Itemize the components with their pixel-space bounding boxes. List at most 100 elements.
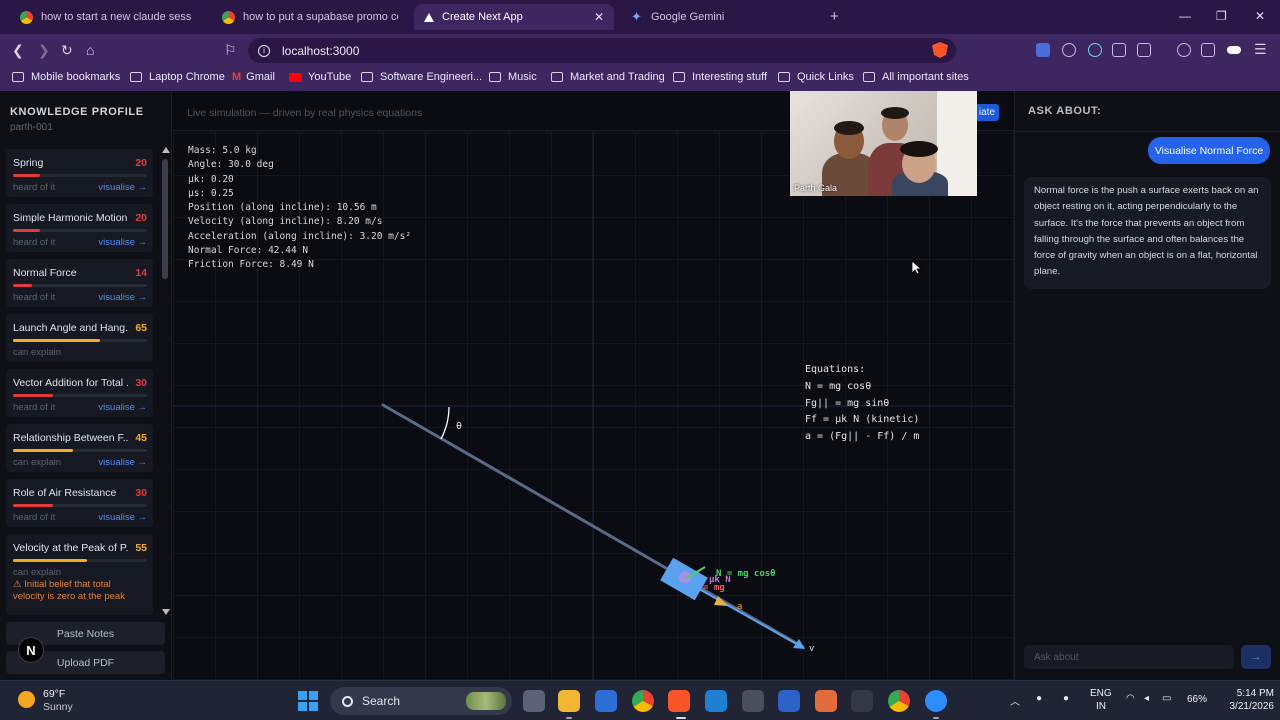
bookmark-icon[interactable]: ⚐: [224, 42, 237, 59]
concept-card-spring[interactable]: Spring 20 heard of it visualise →: [6, 149, 153, 197]
mastery-bar-fill: [13, 284, 32, 287]
sun-weather-icon[interactable]: [18, 691, 35, 708]
tab-claude-session[interactable]: how to start a new claude session an: [10, 4, 202, 30]
tab-create-next-app[interactable]: Create Next App ✕: [414, 4, 614, 30]
ask-about-input[interactable]: [1024, 645, 1234, 669]
concept-card-air-resistance[interactable]: Role of Air Resistance 30 heard of it vi…: [6, 479, 153, 527]
tab-title: Google Gemini: [651, 11, 725, 23]
wifi-icon[interactable]: ◠: [1126, 693, 1135, 704]
zoom-icon[interactable]: [925, 690, 947, 712]
concept-card-shm[interactable]: Simple Harmonic Motion 20 heard of it vi…: [6, 204, 153, 252]
concept-name: Vector Addition for Total ...: [13, 377, 129, 389]
bookmark-software-engineering[interactable]: Software Engineeri...: [361, 71, 482, 83]
visualise-link[interactable]: visualise →: [98, 292, 147, 303]
visualise-link[interactable]: visualise →: [98, 457, 147, 468]
terminal-icon[interactable]: [851, 690, 873, 712]
battery-percent: 66%: [1187, 694, 1208, 705]
region-indicator[interactable]: IN: [1096, 701, 1106, 712]
vscode-icon[interactable]: [705, 690, 727, 712]
visualise-link[interactable]: visualise →: [98, 237, 147, 248]
leo-ai-icon[interactable]: [1177, 43, 1191, 57]
bookmark-label: All important sites: [882, 71, 969, 83]
battery-icon[interactable]: ▭: [1162, 693, 1171, 704]
react-devtools-icon[interactable]: [1088, 43, 1102, 57]
send-button[interactable]: →: [1241, 645, 1271, 669]
microsoft-store-icon[interactable]: [595, 690, 617, 712]
scroll-up-icon[interactable]: [162, 147, 170, 153]
windows-start-icon[interactable]: [298, 691, 318, 711]
tab-supabase-promo[interactable]: how to put a supabase promo code t: [212, 4, 408, 30]
translate-extension-icon[interactable]: [1036, 43, 1050, 57]
tab-google-gemini[interactable]: ✦ Google Gemini: [620, 4, 820, 30]
concept-name: Launch Angle and Hang...: [13, 322, 129, 334]
scroll-down-icon[interactable]: [162, 609, 170, 615]
sidebar-scrollbar[interactable]: [160, 147, 170, 615]
webcam-overlay[interactable]: Parth Gala: [790, 91, 977, 196]
tray-chevron-icon[interactable]: ︿: [1010, 693, 1020, 708]
visualise-link[interactable]: visualise →: [98, 512, 147, 523]
scroll-thumb[interactable]: [162, 159, 168, 279]
file-explorer-icon[interactable]: [558, 690, 580, 712]
extensions-icon[interactable]: [1112, 43, 1126, 57]
user-message-bubble: Visualise Normal Force: [1148, 137, 1270, 164]
back-icon[interactable]: ❮: [12, 42, 24, 59]
bookmark-market-trading[interactable]: Market and Trading: [551, 71, 665, 83]
close-tab-icon[interactable]: ✕: [594, 10, 604, 24]
tab-title: Create Next App: [442, 11, 523, 23]
restore-icon[interactable]: ❐: [1216, 9, 1227, 23]
bookmark-label: Music: [508, 71, 537, 83]
screenshot-icon[interactable]: [1137, 43, 1151, 57]
sidebar-toggle-icon[interactable]: [1201, 43, 1215, 57]
bookmark-laptop-chrome[interactable]: Laptop Chrome: [130, 71, 225, 83]
reload-icon[interactable]: ↻: [61, 42, 73, 59]
volume-icon[interactable]: ◂: [1144, 693, 1149, 704]
bookmarks-bar: Mobile bookmarks Laptop Chrome M Gmail Yo…: [0, 67, 1280, 91]
bookmark-all-important[interactable]: All important sites: [863, 71, 969, 83]
person-middle-hair: [881, 107, 909, 119]
nextjs-logo-icon[interactable]: N: [18, 637, 44, 663]
bookmark-interesting-stuff[interactable]: Interesting stuff: [673, 71, 767, 83]
brave-shield-icon[interactable]: [932, 42, 948, 58]
mastery-bar: [13, 174, 147, 177]
concept-card-normal-force[interactable]: Normal Force 14 heard of it visualise →: [6, 259, 153, 307]
azure-icon[interactable]: [778, 690, 800, 712]
package-icon[interactable]: [742, 690, 764, 712]
bookmark-youtube[interactable]: YouTube: [289, 71, 351, 83]
task-view-icon[interactable]: [523, 690, 545, 712]
mastery-bar: [13, 394, 147, 397]
close-window-icon[interactable]: ✕: [1255, 9, 1265, 23]
bookmark-quick-links[interactable]: Quick Links: [778, 71, 854, 83]
new-tab-icon[interactable]: +: [830, 8, 839, 25]
concept-card-vector-addition[interactable]: Vector Addition for Total ... 30 heard o…: [6, 369, 153, 417]
address-bar[interactable]: i localhost:3000: [248, 38, 956, 63]
concept-card-launch-angle[interactable]: Launch Angle and Hang... 65 can explain: [6, 314, 153, 362]
minimize-icon[interactable]: —: [1179, 9, 1191, 23]
network-status-icon[interactable]: ●: [1036, 693, 1042, 704]
brave-taskbar-icon[interactable]: [668, 690, 690, 712]
menu-icon[interactable]: ☰: [1254, 41, 1267, 58]
concept-card-velocity-peak[interactable]: Velocity at the Peak of P... 55 can expl…: [6, 534, 153, 615]
system-date[interactable]: 3/21/2026: [1212, 701, 1275, 712]
visualise-link[interactable]: visualise →: [98, 182, 147, 193]
home-icon[interactable]: ⌂: [86, 42, 94, 58]
bookmark-gmail[interactable]: M Gmail: [232, 71, 275, 83]
taskbar-search[interactable]: Search: [330, 687, 512, 715]
bookmark-music[interactable]: Music: [489, 71, 537, 83]
chrome-profile-icon[interactable]: [888, 690, 910, 712]
concept-score: 20: [135, 212, 147, 224]
system-time[interactable]: 5:14 PM: [1218, 688, 1274, 699]
weather-temperature[interactable]: 69°F: [43, 688, 65, 700]
site-info-icon[interactable]: i: [258, 44, 270, 57]
bookmark-mobile[interactable]: Mobile bookmarks: [12, 71, 120, 83]
visualise-link[interactable]: visualise →: [98, 402, 147, 413]
forward-icon[interactable]: ❯: [38, 42, 50, 59]
microphone-icon[interactable]: ●: [1063, 693, 1069, 704]
weather-description[interactable]: Sunny: [43, 701, 73, 713]
claude-icon[interactable]: [815, 690, 837, 712]
mastery-bar-fill: [13, 449, 74, 452]
wallet-icon[interactable]: [1227, 46, 1241, 54]
glasses-extension-icon[interactable]: [1062, 43, 1076, 57]
chrome-taskbar-icon[interactable]: [632, 690, 654, 712]
concept-card-relationship[interactable]: Relationship Between F... 45 can explain…: [6, 424, 153, 472]
language-indicator[interactable]: ENG: [1090, 688, 1112, 699]
